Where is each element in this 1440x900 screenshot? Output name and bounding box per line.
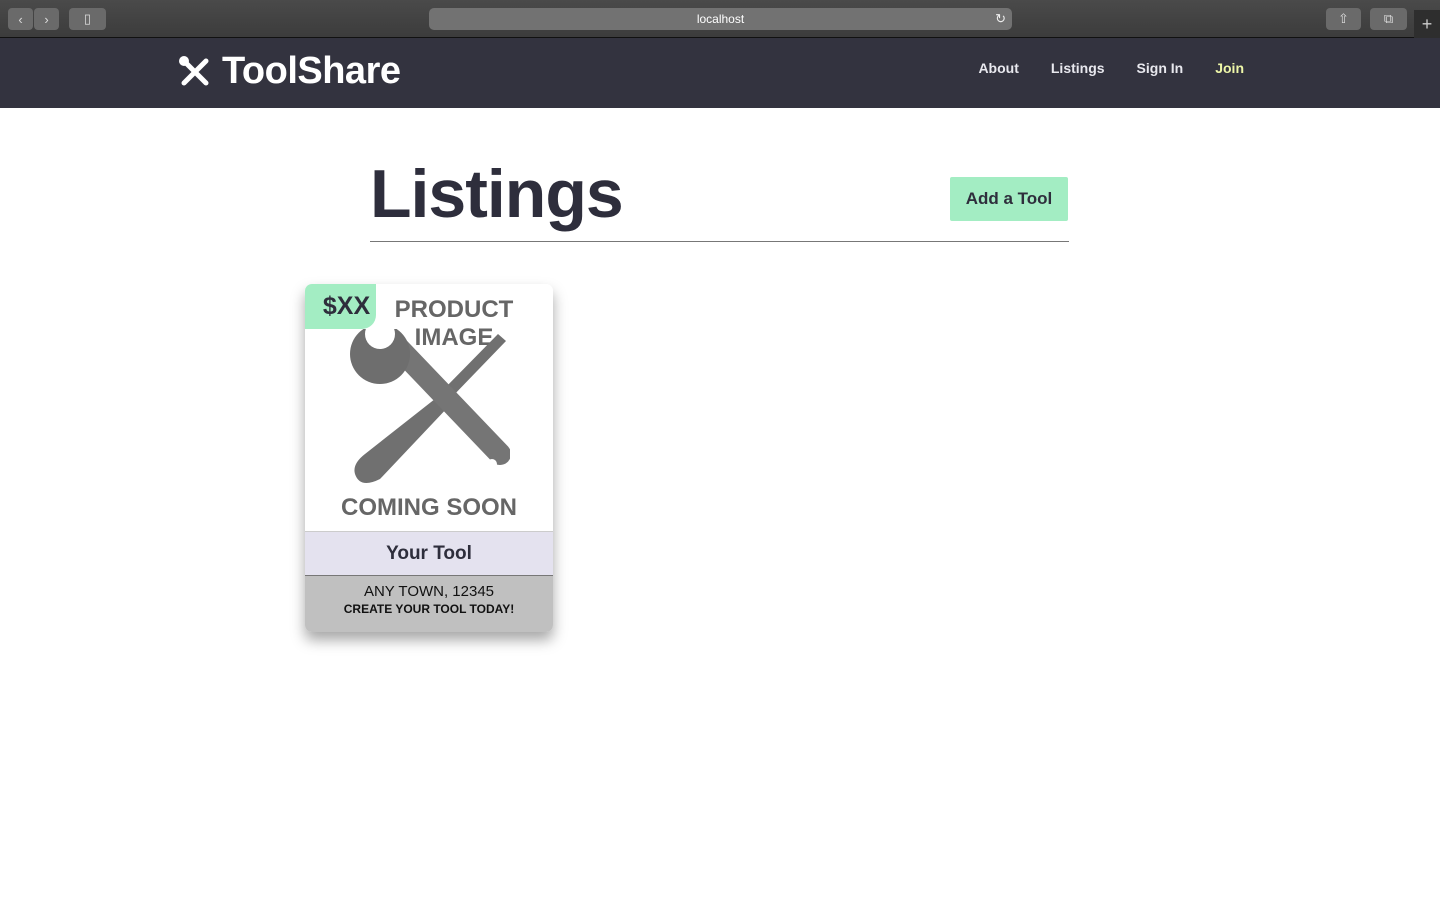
sidebar-toggle-icon[interactable]: ▯: [69, 8, 106, 30]
listing-card[interactable]: PRODUCT IMAGE COMING SOON $XX Your Tool …: [305, 284, 553, 632]
brand-logo[interactable]: ToolShare: [178, 50, 401, 93]
add-tool-button[interactable]: Add a Tool: [950, 177, 1068, 221]
tabs-icon[interactable]: ⧉: [1370, 8, 1407, 30]
back-button[interactable]: ‹: [8, 8, 33, 30]
share-icon[interactable]: ⇧: [1326, 8, 1361, 30]
tool-name: Your Tool: [305, 531, 553, 576]
page-title: Listings: [370, 156, 624, 232]
nav-join[interactable]: Join: [1215, 60, 1244, 76]
product-image: PRODUCT IMAGE COMING SOON $XX: [305, 284, 553, 531]
browser-toolbar: ‹ › ▯ localhost ↻ ⇧ ⧉ +: [0, 0, 1440, 38]
image-text-bottom: COMING SOON: [340, 494, 517, 521]
tools-icon: [179, 55, 209, 85]
brand-name: ToolShare: [222, 50, 401, 92]
tool-location: ANY TOWN, 12345: [363, 583, 495, 600]
divider: [370, 241, 1069, 242]
card-cta: CREATE YOUR TOOL TODAY!: [343, 602, 515, 616]
navbar: ToolShare About Listings Sign In Join: [0, 38, 1440, 108]
address-bar[interactable]: localhost ↻: [429, 8, 1012, 30]
nav-sign-in[interactable]: Sign In: [1137, 60, 1184, 76]
price-badge: $XX: [305, 284, 376, 329]
wrench-screwdriver-icon: [350, 329, 510, 483]
forward-button[interactable]: ›: [34, 8, 59, 30]
nav-about[interactable]: About: [978, 60, 1018, 76]
nav-listings[interactable]: Listings: [1051, 60, 1105, 76]
new-tab-button[interactable]: +: [1414, 10, 1440, 38]
url-text: localhost: [696, 12, 745, 26]
reload-icon[interactable]: ↻: [995, 11, 1006, 27]
